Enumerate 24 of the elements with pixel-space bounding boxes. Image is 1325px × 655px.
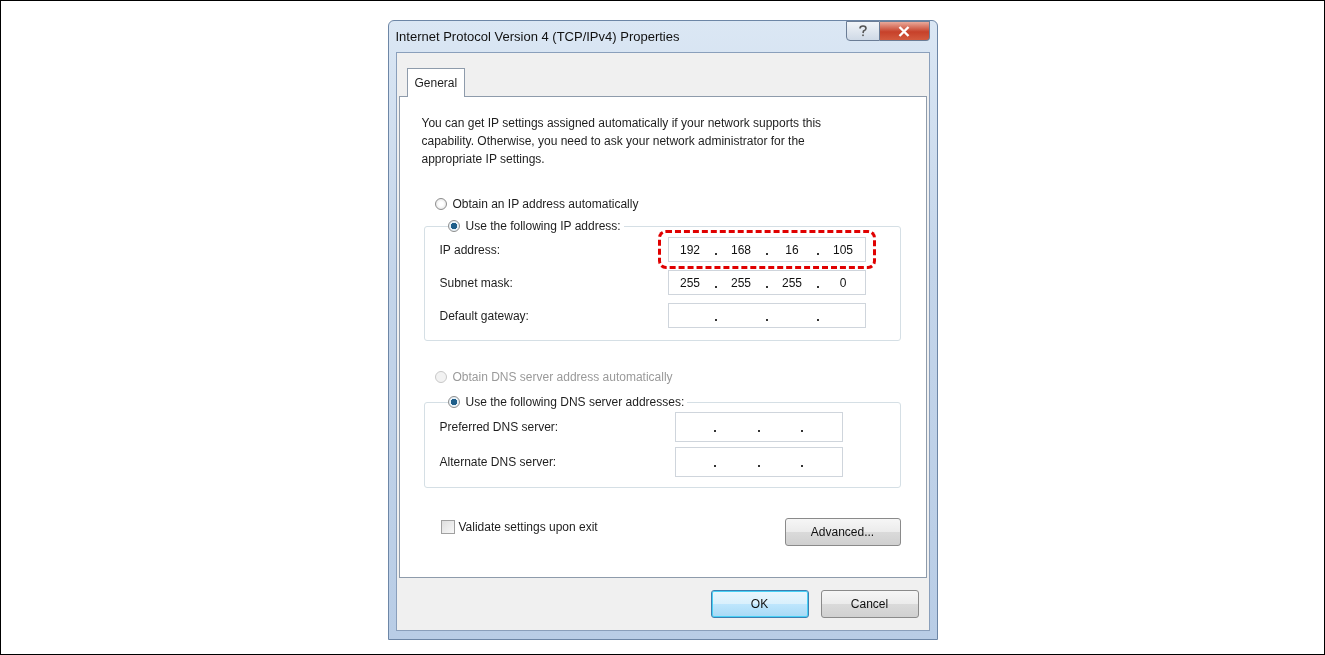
window-title: Internet Protocol Version 4 (TCP/IPv4) Properties — [395, 29, 680, 44]
ip-address-field[interactable]: 255 255 255 0 — [667, 270, 866, 295]
help-icon — [857, 25, 868, 37]
radio-option[interactable]: Obtain an IP address automatically — [434, 197, 904, 211]
dialog-button[interactable]: Cancel — [820, 590, 919, 618]
advanced-button[interactable]: Advanced... — [784, 518, 901, 546]
close-icon — [898, 25, 910, 37]
ip-address-field[interactable] — [667, 303, 866, 328]
ip-address-field[interactable] — [674, 446, 843, 477]
ip-address-field[interactable] — [674, 411, 843, 442]
close-button[interactable] — [879, 21, 930, 41]
intro-text: You can get IP settings assigned automatically if your network supports this capability. Otherwise, you need to ask your network administrator for the appropriate IP settings. — [421, 115, 823, 168]
tab[interactable]: General — [406, 68, 466, 97]
default-button[interactable]: OK — [710, 590, 809, 618]
help-button[interactable] — [845, 21, 880, 41]
field-label: IP address: — [439, 242, 501, 257]
ip-address-field[interactable]: 192 168 16 105 — [667, 237, 866, 262]
field-label: Subnet mask: — [439, 275, 514, 290]
field-label: Alternate DNS server: — [439, 454, 558, 469]
radio-option[interactable]: Use the following IP address: — [447, 219, 621, 233]
radio-option[interactable]: Use the following DNS server addresses: — [447, 395, 685, 409]
checkbox-option[interactable]: Validate settings upon exit — [440, 520, 598, 534]
field-label: Default gateway: — [439, 308, 530, 323]
field-label: Preferred DNS server: — [439, 419, 560, 434]
